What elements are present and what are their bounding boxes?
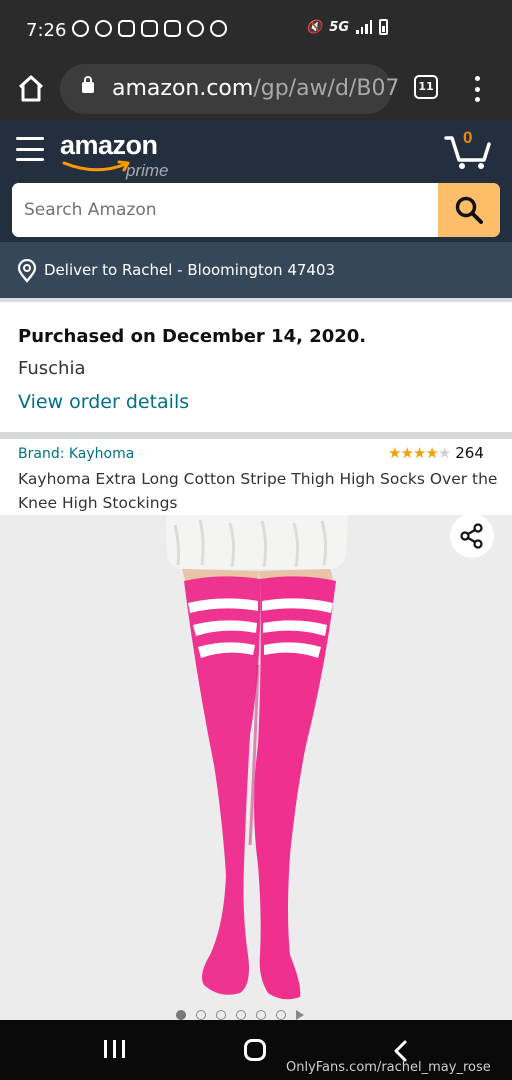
status-bar: 7:26 🔇 5G <box>0 0 512 58</box>
product-title: Kayhoma Extra Long Cotton Stripe Thigh H… <box>18 470 498 512</box>
back-button[interactable] <box>392 1040 408 1062</box>
cart-button[interactable]: 0 <box>444 128 492 170</box>
instagram-icon <box>72 20 89 37</box>
watermark: OnlyFans.com/rachel_may_rose <box>286 1060 491 1075</box>
battery-icon <box>379 19 388 35</box>
carousel-dot[interactable] <box>216 1010 226 1020</box>
carousel-dot[interactable] <box>256 1010 266 1020</box>
star-filled-icon: ★ <box>400 444 413 462</box>
carousel-dot[interactable] <box>196 1010 206 1020</box>
carousel-dot[interactable] <box>236 1010 246 1020</box>
amazon-header: amazon prime 0 <box>0 120 512 242</box>
more-vert-icon[interactable] <box>466 74 488 104</box>
tabs-button[interactable]: 11 <box>414 75 438 99</box>
signal-icon <box>356 20 372 34</box>
url-text: amazon.com/gp/aw/d/B07 <box>112 76 400 101</box>
home-icon <box>18 75 44 102</box>
product-image[interactable] <box>0 515 512 1020</box>
image-carousel-dots[interactable] <box>176 1010 304 1020</box>
star-filled-icon: ★ <box>388 444 401 462</box>
star-filled-icon: ★ <box>425 444 438 462</box>
smile-arrow <box>62 160 130 172</box>
carousel-dot[interactable] <box>276 1010 286 1020</box>
brand-link[interactable]: Brand: Kayhoma <box>18 446 134 462</box>
section-divider <box>0 432 512 439</box>
recent-apps-button[interactable] <box>104 1040 125 1058</box>
view-order-details-link[interactable]: View order details <box>18 391 189 413</box>
amazon-prime-logo[interactable]: amazon prime <box>60 128 190 184</box>
gallery-icon <box>164 20 181 37</box>
clock: 7:26 <box>26 20 67 41</box>
carousel-dot[interactable] <box>176 1010 186 1020</box>
purchase-info: Purchased on December 14, 2020. Fuschia … <box>0 298 512 432</box>
search-input[interactable] <box>12 183 438 237</box>
instagram-icon <box>141 20 158 37</box>
purchase-date: Purchased on December 14, 2020. <box>18 326 367 347</box>
rating-summary[interactable]: ★★★★★ 264 <box>388 444 484 462</box>
lock-icon <box>82 76 94 93</box>
share-button[interactable] <box>450 514 494 558</box>
share-icon <box>460 523 483 549</box>
home-nav-button[interactable] <box>244 1039 266 1061</box>
notification-icons <box>72 20 227 37</box>
video-play-icon[interactable] <box>296 1010 304 1020</box>
star-rating: ★★★★★ <box>388 444 451 462</box>
network-label: 5G <box>329 19 349 35</box>
instagram-icon <box>118 20 135 37</box>
tab-count: 11 <box>418 80 434 93</box>
star-filled-icon: ★ <box>412 444 426 462</box>
search-icon <box>455 196 483 224</box>
browser-toolbar: amazon.com/gp/aw/d/B07 11 <box>0 58 512 120</box>
search-bar <box>12 183 500 237</box>
star-empty-icon: ★ <box>437 444 451 462</box>
deliver-text: Deliver to Rachel - Bloomington 47403 <box>44 261 336 279</box>
review-count: 264 <box>455 444 484 462</box>
twitter-icon <box>210 20 227 37</box>
twitter-icon <box>187 20 204 37</box>
search-button[interactable] <box>438 183 500 237</box>
address-bar[interactable]: amazon.com/gp/aw/d/B07 <box>60 64 399 114</box>
system-icons: 🔇 5G <box>306 19 388 35</box>
purchased-variant: Fuschia <box>18 358 86 379</box>
hamburger-icon[interactable] <box>16 137 44 161</box>
deliver-to-bar[interactable]: Deliver to Rachel - Bloomington 47403 <box>0 242 512 298</box>
mute-icon: 🔇 <box>306 19 323 35</box>
cart-count: 0 <box>463 128 473 147</box>
home-button[interactable] <box>14 72 48 106</box>
location-pin-icon <box>17 259 37 283</box>
messenger-icon <box>95 20 112 37</box>
socks-photo <box>166 515 348 1000</box>
